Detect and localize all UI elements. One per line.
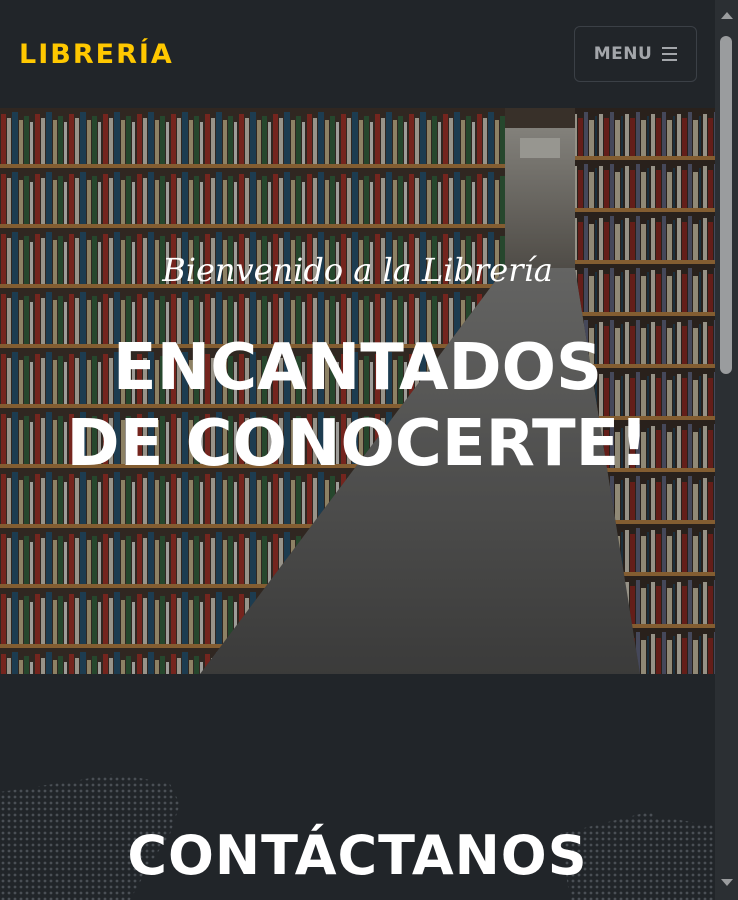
navbar: LIBRERÍA MENU bbox=[0, 0, 715, 108]
menu-label: MENU bbox=[593, 44, 653, 64]
hamburger-icon bbox=[662, 47, 678, 61]
hero-subheading: Bienvenido a la Librería bbox=[162, 251, 553, 289]
scrollbar-thumb[interactable] bbox=[720, 36, 732, 374]
hero-heading: ENCANTADOS DE CONOCERTE! bbox=[0, 330, 715, 482]
contact-section: CONTÁCTANOS bbox=[0, 674, 715, 900]
hero-heading-line1: ENCANTADOS bbox=[112, 331, 603, 405]
brand-logo-link[interactable]: LIBRERÍA bbox=[19, 39, 174, 70]
vertical-scrollbar[interactable] bbox=[715, 0, 738, 900]
contact-heading: CONTÁCTANOS bbox=[127, 824, 588, 887]
hero-heading-line2: DE CONOCERTE! bbox=[66, 407, 649, 481]
scroll-down-arrow-icon[interactable] bbox=[721, 879, 733, 886]
page: LIBRERÍA MENU Bienvenido a la Librería E… bbox=[0, 0, 715, 900]
scroll-up-arrow-icon[interactable] bbox=[721, 12, 733, 19]
menu-toggle-button[interactable]: MENU bbox=[574, 26, 697, 82]
hero-section: Bienvenido a la Librería ENCANTADOS DE C… bbox=[0, 108, 715, 674]
